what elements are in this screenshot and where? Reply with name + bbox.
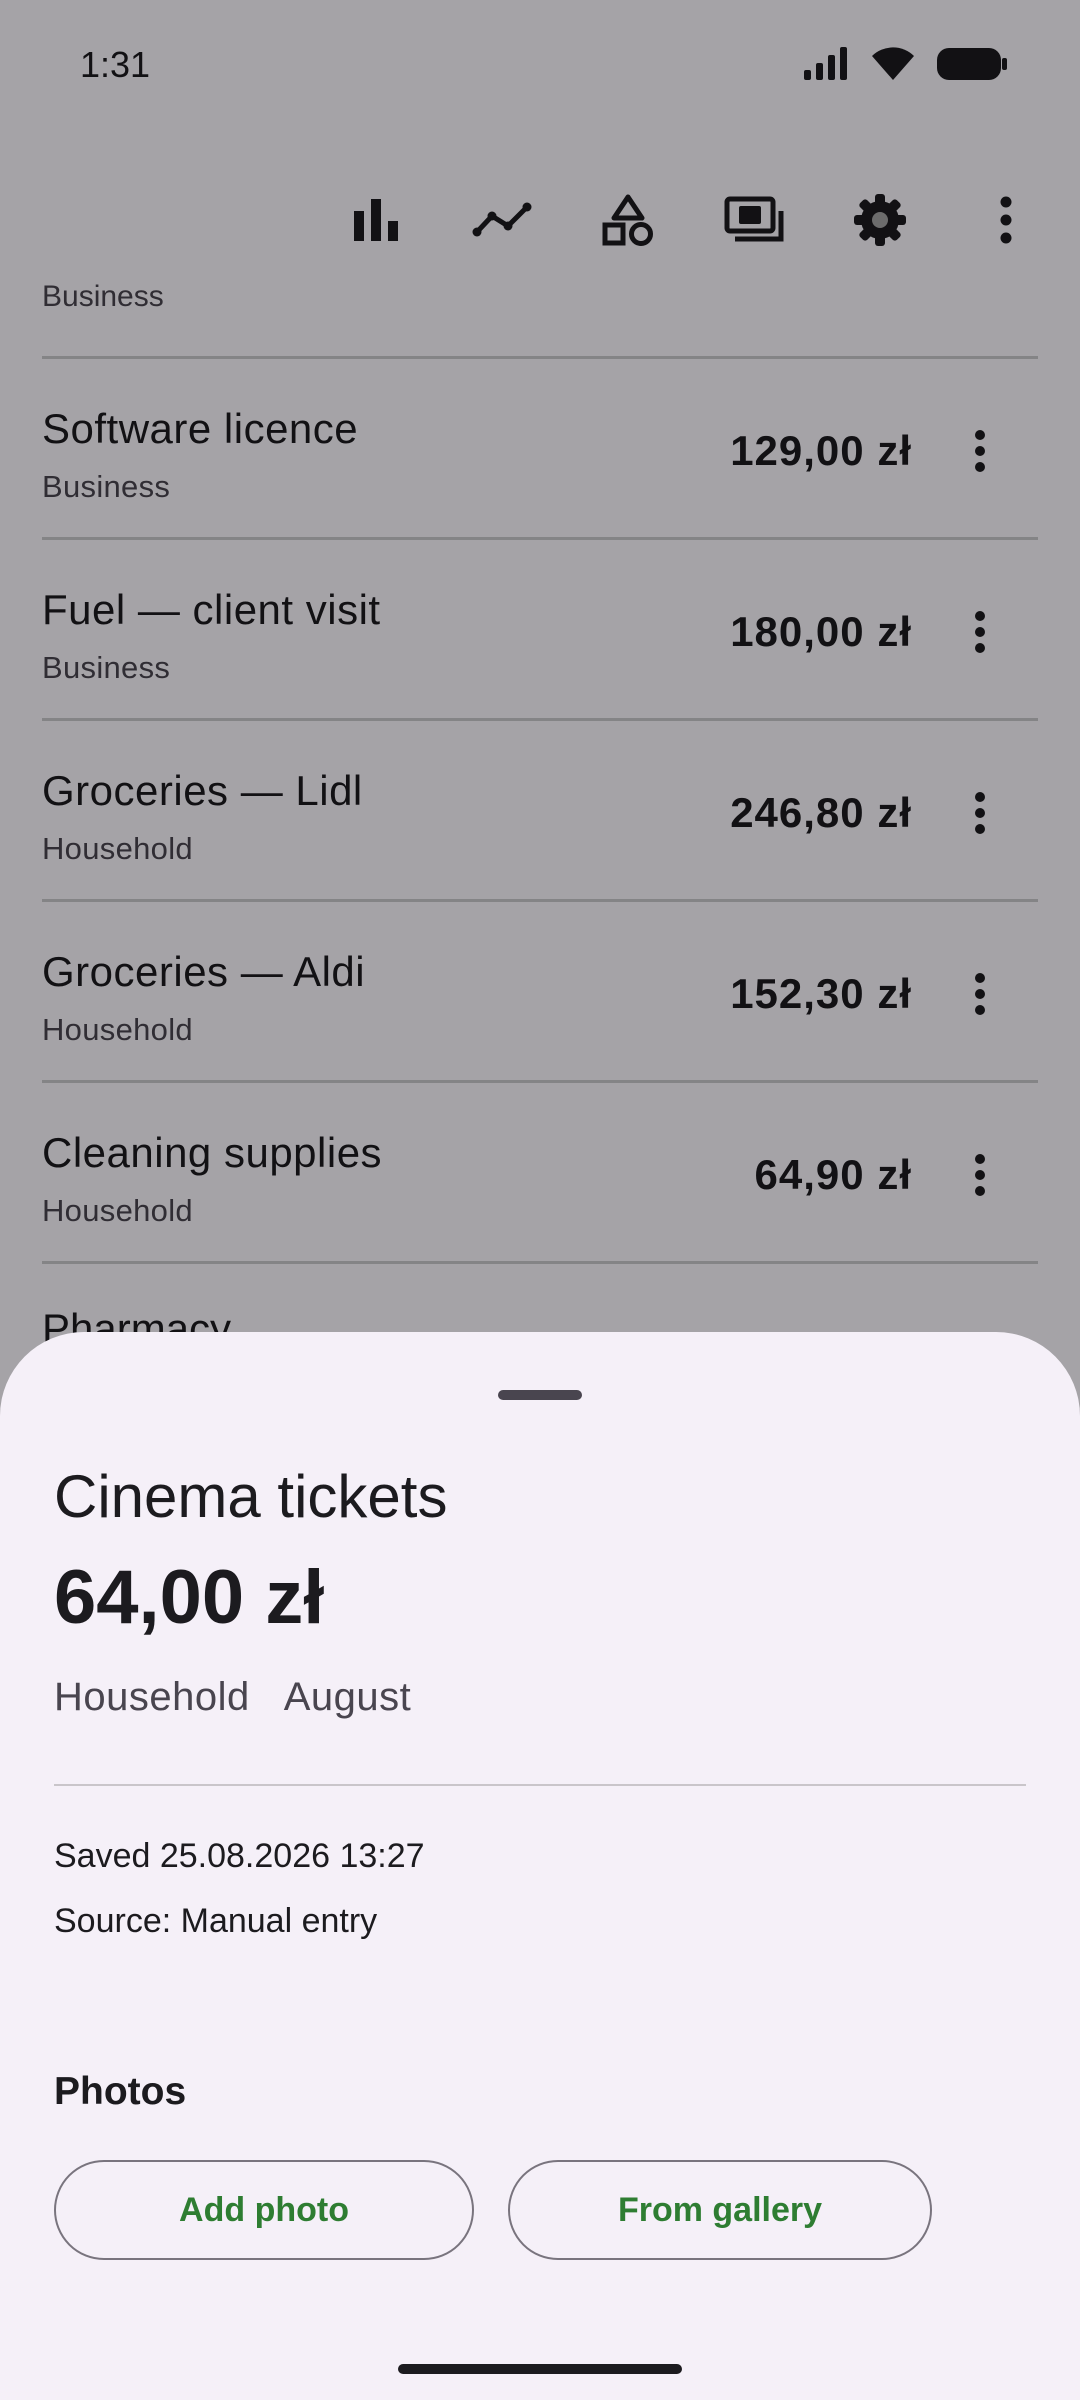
divider bbox=[54, 1784, 1026, 1786]
entry-source: Source: Manual entry bbox=[54, 1902, 378, 1940]
add-photo-button[interactable]: Add photo bbox=[54, 2160, 474, 2260]
sheet-month: August bbox=[283, 1675, 412, 1719]
home-indicator[interactable] bbox=[398, 2364, 682, 2374]
sheet-meta: Household August bbox=[54, 1675, 411, 1720]
sheet-title: Cinema tickets bbox=[54, 1463, 448, 1530]
drag-handle[interactable] bbox=[498, 1390, 582, 1400]
saved-timestamp: Saved 25.08.2026 13:27 bbox=[54, 1837, 425, 1875]
from-gallery-button[interactable]: From gallery bbox=[508, 2160, 932, 2260]
sheet-amount: 64,00 zł bbox=[54, 1555, 325, 1640]
screen: 1:31 Business Software licence Business … bbox=[0, 0, 1080, 2400]
photos-heading: Photos bbox=[54, 2070, 187, 2113]
bottom-sheet: Cinema tickets 64,00 zł Household August… bbox=[0, 1332, 1080, 2400]
sheet-category: Household bbox=[54, 1675, 250, 1719]
